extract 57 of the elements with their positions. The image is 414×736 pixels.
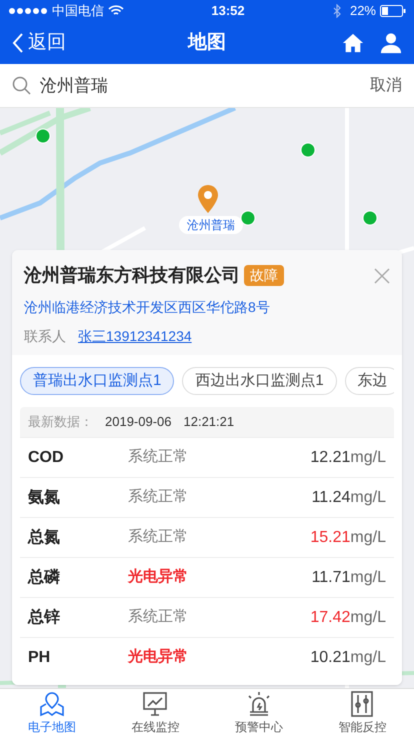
carrier: 中国电信 bbox=[52, 2, 104, 20]
parameter-name: COD bbox=[28, 448, 65, 468]
back-button[interactable]: 返回 bbox=[12, 28, 66, 58]
status-badge: 故障 bbox=[244, 265, 284, 286]
latest-time: 12:21:21 bbox=[184, 413, 234, 432]
point-tab[interactable]: 西边出水口监测点1 bbox=[182, 367, 337, 395]
page-title: 地图 bbox=[188, 30, 226, 55]
reading-value: 12.21 bbox=[310, 448, 350, 468]
reading-value: 11.24 bbox=[312, 488, 350, 508]
point-tab[interactable]: 东边 bbox=[344, 367, 394, 395]
reading-value: 11.71 bbox=[312, 568, 350, 588]
parameter-name: 总锌 bbox=[28, 608, 61, 628]
reading-value: 10.21 bbox=[310, 648, 350, 668]
search-icon bbox=[12, 76, 32, 96]
home-icon[interactable] bbox=[342, 32, 364, 54]
status-text: 系统正常 bbox=[128, 607, 188, 628]
chart-monitor-icon bbox=[141, 690, 170, 718]
point-tab[interactable]: 普瑞出水口监测点1 bbox=[20, 367, 174, 395]
wifi-icon bbox=[108, 5, 124, 17]
parameter-name: PH bbox=[28, 648, 52, 668]
signal-icon bbox=[8, 7, 48, 15]
battery-level: 22% bbox=[350, 2, 376, 20]
status-text: 系统正常 bbox=[128, 527, 188, 548]
parameter-name: 总磷 bbox=[28, 568, 61, 588]
status-text: 系统正常 bbox=[128, 447, 188, 468]
tab-bar-item[interactable]: 电子地图 bbox=[0, 689, 104, 736]
clock: 13:52 bbox=[210, 2, 246, 20]
tab-bar-item[interactable]: 预警中心 bbox=[207, 689, 310, 736]
tab-bar-item[interactable]: 智能反控 bbox=[310, 689, 414, 736]
reading-unit: mg/L bbox=[350, 488, 386, 508]
pin-label: 沧州普瑞 bbox=[179, 216, 243, 234]
search-field[interactable]: 沧州普瑞 bbox=[12, 72, 370, 98]
back-chevron-icon bbox=[12, 33, 24, 53]
latest-data-label: 最新数据： bbox=[28, 413, 93, 432]
parameter-name: 氨氮 bbox=[28, 488, 61, 508]
cancel-button[interactable]: 取消 bbox=[370, 74, 402, 98]
contact-link[interactable]: 张三13912341234 bbox=[78, 326, 192, 347]
battery-icon bbox=[380, 5, 406, 17]
contact-label: 联系人 bbox=[24, 327, 66, 346]
tab-bar-item[interactable]: 在线监控 bbox=[104, 689, 207, 736]
reading-value: 15.21 bbox=[310, 528, 350, 548]
reading-unit: mg/L bbox=[350, 608, 386, 628]
status-text: 系统正常 bbox=[128, 487, 188, 508]
reading-value: 17.42 bbox=[310, 608, 350, 628]
reading-unit: mg/L bbox=[350, 648, 386, 668]
reading-unit: mg/L bbox=[350, 528, 386, 548]
reading-unit: mg/L bbox=[350, 448, 386, 468]
status-text: 光电异常 bbox=[128, 567, 188, 588]
reading-unit: mg/L bbox=[350, 568, 386, 588]
map-pin-icon bbox=[38, 690, 66, 718]
status-text: 光电异常 bbox=[128, 647, 188, 668]
parameter-name: 总氮 bbox=[28, 528, 61, 548]
user-icon[interactable] bbox=[380, 32, 402, 54]
address-link[interactable]: 沧州临港经济技术开发区西区华佗路8号 bbox=[24, 297, 390, 318]
company-name: 沧州普瑞东方科技有限公司 bbox=[24, 264, 240, 287]
latest-date: 2019-09-06 bbox=[105, 413, 172, 432]
bluetooth-icon bbox=[332, 4, 342, 18]
